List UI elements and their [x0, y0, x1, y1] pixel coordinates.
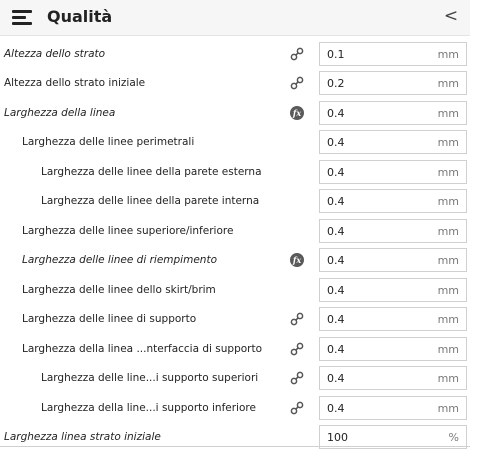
setting-label: Larghezza delle linee di riempimento — [22, 254, 217, 266]
setting-label: Larghezza linea strato iniziale — [4, 431, 161, 443]
setting-row-layer-height: Altezza dello strato 0.1 mm — [0, 40, 470, 69]
setting-label: Larghezza delle linee superiore/inferior… — [22, 225, 234, 237]
function-icon[interactable]: fx — [290, 106, 304, 120]
setting-row-initial-layer-height: Altezza dello strato iniziale 0.2 mm — [0, 69, 470, 98]
link-icon[interactable] — [290, 76, 304, 90]
infill-line-width-input[interactable]: 0.4 mm — [319, 248, 467, 272]
setting-row-top-bottom-line-width: Larghezza delle linee superiore/inferior… — [0, 217, 470, 246]
collapse-chevron-icon[interactable]: < — [440, 5, 462, 27]
setting-label: Larghezza delle line...i supporto superi… — [41, 372, 259, 384]
setting-label: Larghezza della line...i supporto inferi… — [41, 402, 256, 414]
setting-label: Larghezza delle linee della parete inter… — [41, 195, 260, 207]
menu-icon — [12, 10, 34, 26]
setting-row-support-interface-line-width: Larghezza della linea ...nterfaccia di s… — [0, 335, 470, 364]
setting-label: Larghezza delle linee della parete ester… — [41, 166, 262, 178]
setting-label: Larghezza delle linee di supporto — [22, 313, 197, 325]
setting-row-outer-wall-line-width: Larghezza delle linee della parete ester… — [0, 158, 470, 187]
divider — [0, 446, 470, 447]
support-roof-line-width-input[interactable]: 0.4 mm — [319, 366, 467, 390]
setting-row-inner-wall-line-width: Larghezza delle linee della parete inter… — [0, 187, 470, 216]
section-title: Qualità — [47, 7, 113, 26]
support-interface-line-width-input[interactable]: 0.4 mm — [319, 337, 467, 361]
line-width-input[interactable]: 0.4 mm — [319, 101, 467, 125]
setting-row-initial-layer-line-width: Larghezza linea strato iniziale 100% — [0, 423, 470, 452]
setting-row-skirt-brim-line-width: Larghezza delle linee dello skirt/brim 0… — [0, 276, 470, 305]
setting-row-support-floor-line-width: Larghezza della line...i supporto inferi… — [0, 394, 470, 423]
section-header: Qualità < — [0, 0, 470, 36]
setting-row-support-roof-line-width: Larghezza delle line...i supporto superi… — [0, 364, 470, 393]
outer-wall-line-width-input[interactable]: 0.4 mm — [319, 160, 467, 184]
link-icon[interactable] — [290, 342, 304, 356]
setting-label: Larghezza della linea ...nterfaccia di s… — [22, 343, 263, 355]
skirt-brim-line-width-input[interactable]: 0.4 mm — [319, 278, 467, 302]
wall-line-width-input[interactable]: 0.4 mm — [319, 130, 467, 154]
setting-label: Larghezza delle linee dello skirt/brim — [22, 284, 216, 296]
setting-label: Altezza dello strato — [4, 48, 106, 60]
function-icon[interactable]: fx — [290, 253, 304, 267]
link-icon[interactable] — [290, 401, 304, 415]
top-bottom-line-width-input[interactable]: 0.4 mm — [319, 219, 467, 243]
initial-layer-height-input[interactable]: 0.2 mm — [319, 71, 467, 95]
link-icon[interactable] — [290, 312, 304, 326]
support-floor-line-width-input[interactable]: 0.4 mm — [319, 396, 467, 420]
inner-wall-line-width-input[interactable]: 0.4 mm — [319, 189, 467, 213]
setting-row-line-width: Larghezza della linea fx 0.4 mm — [0, 99, 470, 128]
setting-row-support-line-width: Larghezza delle linee di supporto 0.4 mm — [0, 305, 470, 334]
link-icon[interactable] — [290, 47, 304, 61]
setting-label: Altezza dello strato iniziale — [4, 77, 146, 89]
setting-label: Larghezza della linea — [4, 107, 116, 119]
support-line-width-input[interactable]: 0.4 mm — [319, 307, 467, 331]
setting-label: Larghezza delle linee perimetrali — [22, 136, 195, 148]
setting-row-infill-line-width: Larghezza delle linee di riempimento fx … — [0, 246, 470, 275]
link-icon[interactable] — [290, 371, 304, 385]
layer-height-input[interactable]: 0.1 mm — [319, 42, 467, 66]
setting-row-wall-line-width: Larghezza delle linee perimetrali 0.4 mm — [0, 128, 470, 157]
